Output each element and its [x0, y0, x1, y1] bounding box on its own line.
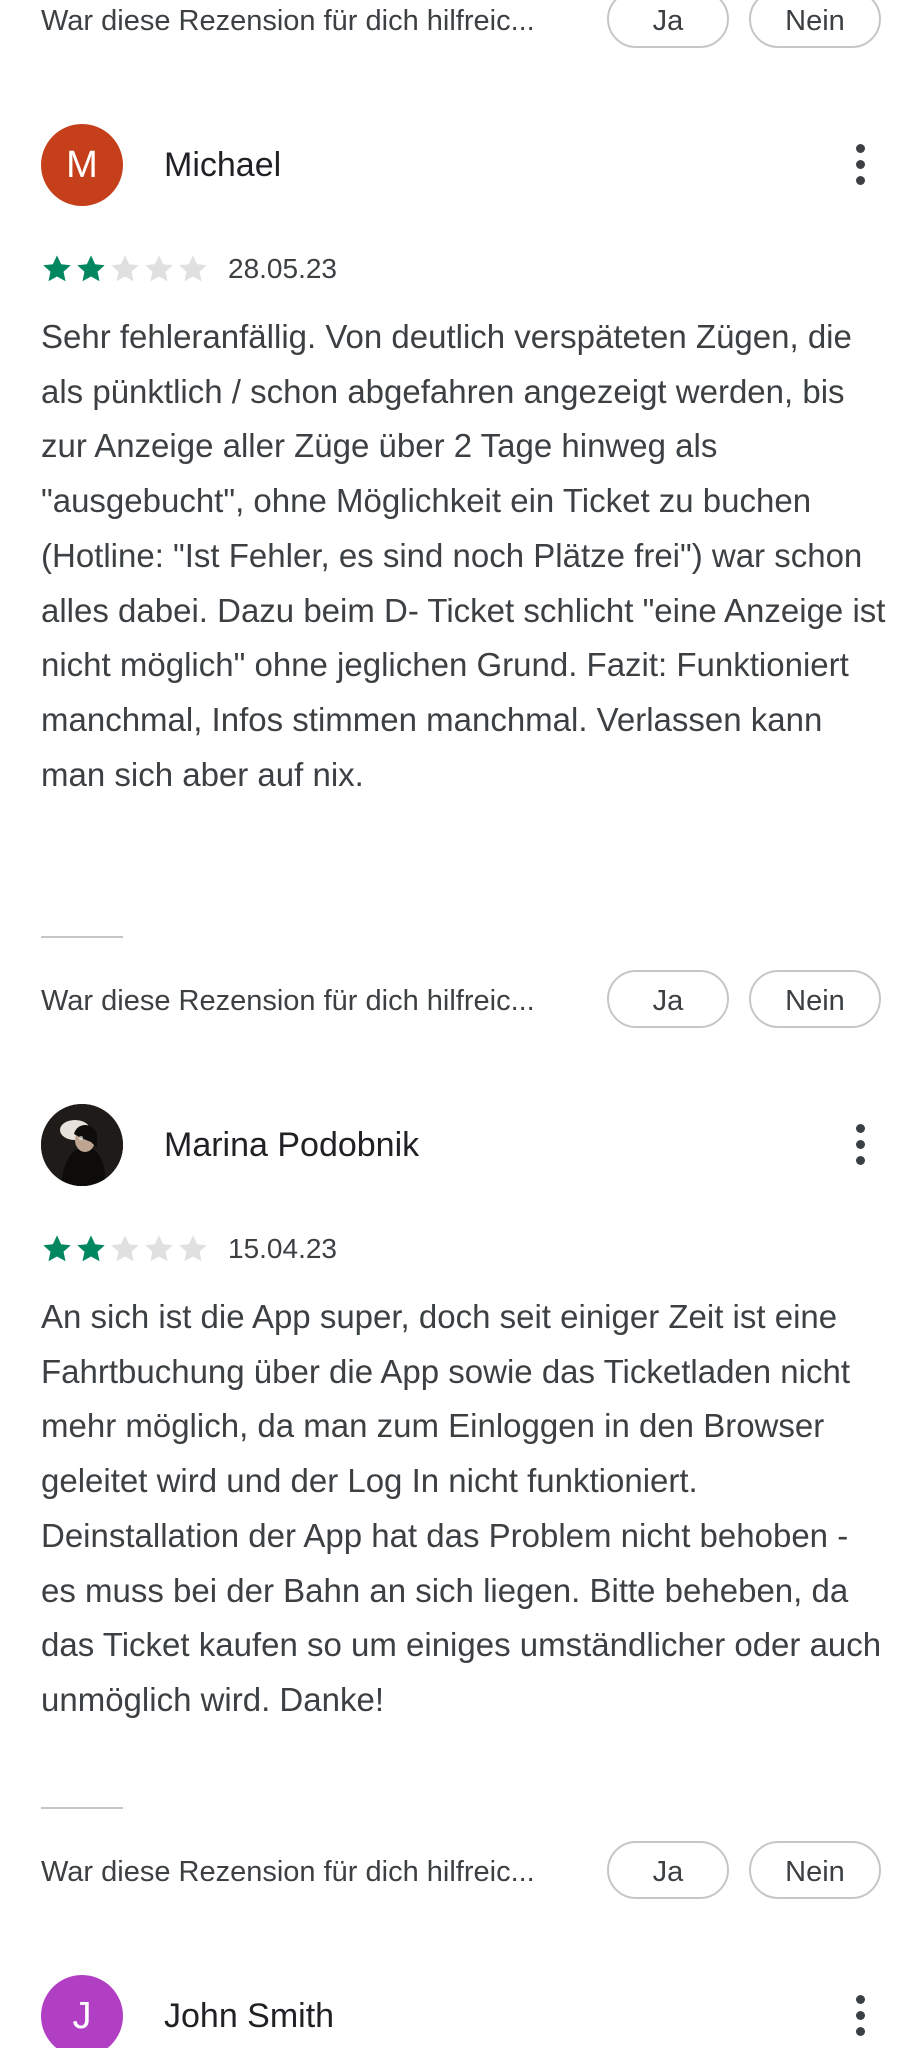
- review-rating: 28.05.23: [41, 251, 641, 287]
- review-author: John Smith: [164, 1997, 335, 2035]
- review-date: 15.04.23: [228, 1233, 337, 1264]
- helpful-yes-button[interactable]: Ja: [607, 970, 729, 1028]
- review-rating: 15.04.23: [41, 1231, 641, 1267]
- star-icon: [43, 255, 71, 282]
- helpful-no-button[interactable]: Nein: [749, 1841, 881, 1899]
- review-text: Sehr fehleranfällig. Von deutlich verspä…: [41, 318, 886, 793]
- review-header: M Michael: [41, 124, 881, 206]
- helpful-prompt: War diese Rezension für dich hilfreic...: [41, 985, 535, 1017]
- review-header: Marina Podobnik: [41, 1104, 881, 1186]
- review-author: Michael: [164, 146, 282, 184]
- star-icon: [179, 1235, 207, 1262]
- divider: [41, 936, 123, 938]
- review-date: 28.05.23: [228, 253, 337, 284]
- review-text: An sich ist die App super, doch seit ein…: [41, 1298, 882, 1718]
- star-icon: [145, 1235, 173, 1262]
- star-icon: [179, 255, 207, 282]
- helpful-row: War diese Rezension für dich hilfreic...…: [41, 1841, 881, 1903]
- star-icon: [145, 255, 173, 282]
- avatar-letter: J: [72, 1995, 92, 2037]
- avatar: J: [41, 1975, 123, 2048]
- star-icon: [43, 1235, 71, 1262]
- more-vert-icon[interactable]: [841, 1124, 881, 1165]
- helpful-no-button[interactable]: Nein: [749, 0, 881, 48]
- helpful-yes-button[interactable]: Ja: [607, 0, 729, 48]
- avatar: [41, 1104, 123, 1186]
- helpful-row: War diese Rezension für dich hilfreic...…: [41, 0, 881, 52]
- helpful-prompt: War diese Rezension für dich hilfreic...: [41, 5, 535, 37]
- more-vert-icon[interactable]: [841, 144, 881, 185]
- helpful-no-button[interactable]: Nein: [749, 970, 881, 1028]
- more-vert-icon[interactable]: [841, 1995, 881, 2036]
- star-rating: [41, 1231, 211, 1267]
- review-list: War diese Rezension für dich hilfreic...…: [0, 0, 921, 2048]
- avatar: M: [41, 124, 123, 206]
- profile-photo: [41, 1104, 123, 1186]
- star-icon: [77, 255, 105, 282]
- star-icon: [77, 1235, 105, 1262]
- star-icon: [111, 255, 139, 282]
- star-rating: [41, 251, 211, 287]
- review-author: Marina Podobnik: [164, 1126, 420, 1164]
- star-icon: [111, 1235, 139, 1262]
- divider: [41, 1807, 123, 1809]
- helpful-yes-button[interactable]: Ja: [607, 1841, 729, 1899]
- helpful-row: War diese Rezension für dich hilfreic...…: [41, 970, 881, 1032]
- avatar-letter: M: [66, 144, 98, 186]
- review-header: J John Smith: [41, 1975, 881, 2048]
- helpful-prompt: War diese Rezension für dich hilfreic...: [41, 1856, 535, 1888]
